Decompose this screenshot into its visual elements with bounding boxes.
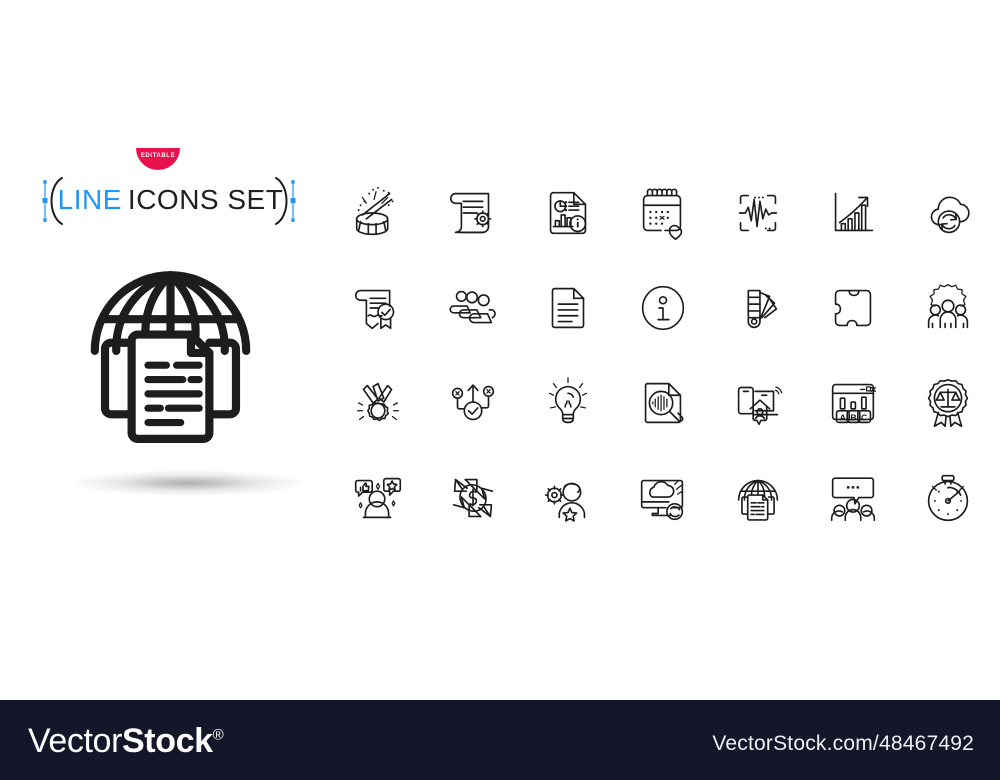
icon-cell-diploma-certificate[interactable] <box>330 260 425 355</box>
seminar-group-icon <box>448 290 496 323</box>
icon-cell-growth-chart[interactable] <box>805 165 900 260</box>
report-document-icon <box>549 191 586 234</box>
icon-cell-stopwatch-timer[interactable] <box>900 450 995 545</box>
hero-logo <box>68 222 308 512</box>
icon-cell-idea-lightbulb[interactable] <box>520 355 615 450</box>
icon-cell-technical-documentation[interactable] <box>425 165 520 260</box>
vector-bracket-right-icon <box>275 177 296 225</box>
icon-cell-money-transfer[interactable] <box>425 450 520 545</box>
file-document-icon <box>551 287 584 328</box>
vectorstock-logo: VectorStock® <box>28 722 224 761</box>
icon-cell-justice-award[interactable] <box>900 355 995 450</box>
brand-bold: Stock <box>122 722 213 760</box>
money-transfer-icon <box>452 478 493 517</box>
icon-cell-award-medal[interactable] <box>330 355 425 450</box>
icon-cell-customer-feedback[interactable] <box>330 450 425 545</box>
survey-results-abc-icon: A B C <box>831 383 876 423</box>
icon-cell-computer-cloud-sync[interactable] <box>615 450 710 545</box>
work-from-home-icon <box>737 385 782 425</box>
computer-cloud-sync-icon <box>640 479 683 520</box>
icon-cell-cloud-sync[interactable] <box>900 165 995 260</box>
group-discussion-icon <box>830 476 875 521</box>
icon-cell-global-documentation[interactable] <box>710 450 805 545</box>
survey-bar-label-a: A <box>839 412 846 422</box>
drums-icon <box>355 186 393 235</box>
icon-cell-employee-skills[interactable] <box>520 450 615 545</box>
registered-mark: ® <box>212 726 224 744</box>
color-palette-icon <box>746 289 777 328</box>
file-analytics-search-icon <box>644 382 683 423</box>
editable-badge: EDITABLE <box>136 148 180 170</box>
icon-cell-work-from-home[interactable] <box>710 355 805 450</box>
award-medal-icon <box>356 382 399 421</box>
icon-cell-puzzle-piece[interactable] <box>805 260 900 355</box>
survey-bar-label-c: C <box>860 412 867 422</box>
page-title: LINE ICONS SET <box>58 172 283 228</box>
title-row: LINE ICONS SET <box>30 172 310 228</box>
growth-chart-icon <box>834 192 873 231</box>
title-accent-word: LINE <box>57 184 122 215</box>
icon-cell-teamwork[interactable] <box>900 260 995 355</box>
icon-cell-drums[interactable] <box>330 165 425 260</box>
footer-url: VectorStock.com/48467492 <box>712 732 974 755</box>
global-documentation-icon <box>90 271 251 443</box>
global-documentation-icon <box>737 479 778 521</box>
info-center-icon <box>641 285 684 330</box>
icon-cell-correct-way[interactable] <box>425 355 520 450</box>
icon-cell-file-document[interactable] <box>520 260 615 355</box>
icon-cell-wedding-calendar[interactable] <box>615 165 710 260</box>
cloud-sync-icon <box>930 195 970 233</box>
customer-feedback-icon <box>354 477 401 518</box>
diploma-certificate-icon <box>354 289 394 329</box>
voice-wave-scan-icon <box>738 194 777 231</box>
icon-cell-info-center[interactable] <box>615 260 710 355</box>
survey-bar-label-b: B <box>850 412 856 422</box>
footer-bar: VectorStock® VectorStock.com/48467492 <box>0 700 1000 780</box>
icon-cell-group-discussion[interactable] <box>805 450 900 545</box>
puzzle-piece-icon <box>834 289 871 326</box>
justice-scales-award-icon <box>927 378 968 427</box>
icon-cell-file-analytics-search[interactable] <box>615 355 710 450</box>
employee-skills-icon <box>544 482 585 522</box>
icon-cell-voice-wave-scan[interactable] <box>710 165 805 260</box>
icon-grid: A B C <box>330 165 980 545</box>
correct-way-icon <box>451 383 494 420</box>
technical-documentation-icon <box>449 192 491 233</box>
promo-block: EDITABLE LINE ICONS SET <box>30 140 310 540</box>
icon-cell-seminar-group[interactable] <box>425 260 520 355</box>
idea-lightbulb-icon <box>548 376 587 423</box>
title-rest-words: ICONS SET <box>127 184 284 215</box>
wedding-calendar-icon <box>642 187 682 240</box>
artboard: EDITABLE LINE ICONS SET A B C <box>0 0 1000 700</box>
brand-light: Vector <box>28 722 122 760</box>
teamwork-gear-icon <box>927 283 968 328</box>
icon-cell-report-document[interactable] <box>520 165 615 260</box>
logo-shadow <box>68 470 308 496</box>
icon-cell-color-palette[interactable] <box>710 260 805 355</box>
icon-cell-survey-results[interactable]: A B C <box>805 355 900 450</box>
stopwatch-timer-icon <box>927 474 968 521</box>
